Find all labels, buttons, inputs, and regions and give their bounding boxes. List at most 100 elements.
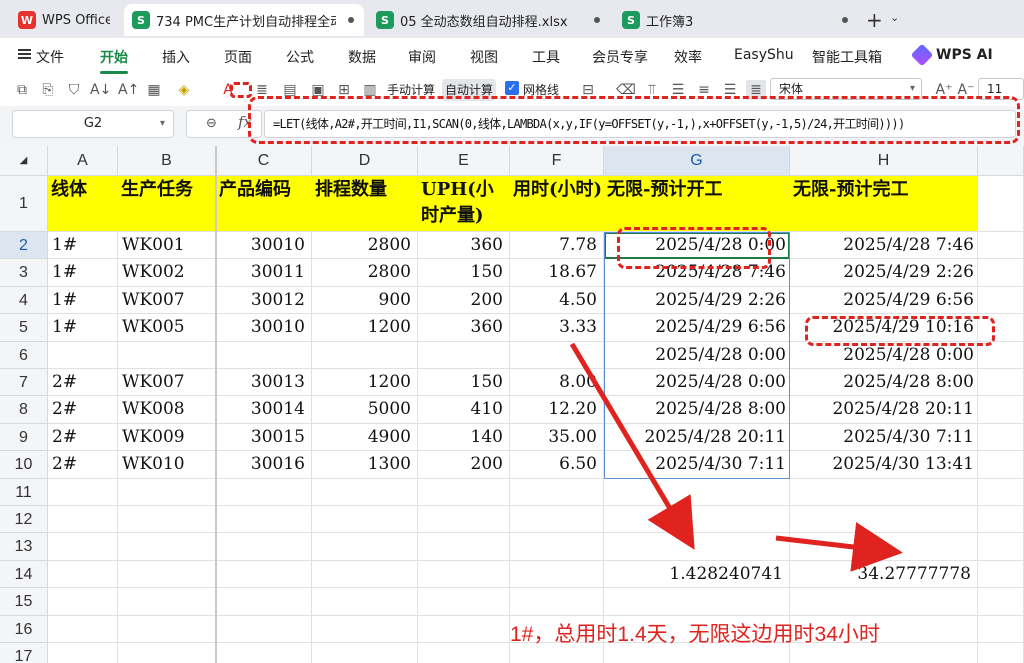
cell-f5[interactable]: 3.33 <box>510 314 604 342</box>
column-header-d[interactable]: D <box>312 146 418 176</box>
cell-a12[interactable] <box>48 506 118 534</box>
wrap-text-icon[interactable]: ≣ <box>252 80 272 100</box>
sheet-grid[interactable]: ◢ A B C D E F G H 1 2 3 4 5 6 7 8 9 10 11 12 13 14 15 16 17 线体 生产任务… <box>0 146 1024 663</box>
empty-cell[interactable] <box>978 478 1024 506</box>
cell-d9[interactable]: 4900 <box>312 423 418 452</box>
align-right-icon[interactable]: ☰ <box>720 80 740 100</box>
cell-f14[interactable] <box>510 560 604 589</box>
cell-c11[interactable] <box>216 478 312 506</box>
cell-a11[interactable] <box>48 478 118 506</box>
cell-a6[interactable] <box>48 341 118 369</box>
cell-h14[interactable]: 34.27777778 <box>790 560 978 589</box>
sort-asc-icon[interactable]: A↓ <box>90 80 111 100</box>
column-header-f[interactable]: F <box>510 146 604 176</box>
fx-icon[interactable]: fx <box>238 113 252 131</box>
cell-c15[interactable] <box>216 588 312 616</box>
cell-h8[interactable]: 2025/4/28 20:11 <box>790 396 978 424</box>
column-header-b[interactable]: B <box>118 146 216 176</box>
row-header-2[interactable]: 2 <box>0 232 48 260</box>
format-painter-icon[interactable]: ⎘ <box>38 80 58 100</box>
cell-h3[interactable]: 2025/4/29 2:26 <box>790 259 978 287</box>
sort-desc-icon[interactable]: A↑ <box>118 80 139 100</box>
column-header-e[interactable]: E <box>418 146 510 176</box>
empty-cell[interactable] <box>978 396 1024 424</box>
menu-tools[interactable]: 工具 <box>532 47 560 67</box>
cell-h9[interactable]: 2025/4/30 7:11 <box>790 423 978 452</box>
cell-c12[interactable] <box>216 506 312 534</box>
menu-member[interactable]: 会员专享 <box>592 47 648 67</box>
cell-c9[interactable]: 30015 <box>216 423 312 452</box>
calc-icon[interactable]: ▥ <box>360 80 380 100</box>
cell-e17[interactable] <box>418 643 510 663</box>
menu-easyshu[interactable]: EasyShu <box>734 47 794 63</box>
align-center-icon[interactable]: ≡ <box>694 80 714 100</box>
select-all-corner-icon[interactable]: ◢ <box>0 146 48 176</box>
clear-icon[interactable]: ⌫ <box>616 80 636 100</box>
cell-f11[interactable] <box>510 478 604 506</box>
cell-b12[interactable] <box>118 506 216 534</box>
cell-h10[interactable]: 2025/4/30 13:41 <box>790 451 978 479</box>
cell-d12[interactable] <box>312 506 418 534</box>
header-cell-h[interactable]: 无限-预计完工 <box>790 176 978 232</box>
cell-d11[interactable] <box>312 478 418 506</box>
cell-b9[interactable]: WK009 <box>118 423 216 452</box>
filter-icon[interactable]: ⛉ <box>64 80 84 100</box>
menu-efficiency[interactable]: 效率 <box>674 47 702 67</box>
column-header-a[interactable]: A <box>48 146 118 176</box>
empty-cell[interactable] <box>978 286 1024 315</box>
cell-c6[interactable] <box>216 341 312 369</box>
table-style-icon[interactable]: ▣ <box>308 80 328 100</box>
row-header-12[interactable]: 12 <box>0 506 48 534</box>
font-name-select[interactable]: 宋体 ▾ <box>770 78 922 100</box>
cell-g6[interactable]: 2025/4/28 0:00 <box>604 341 790 369</box>
formula-input[interactable]: =LET(线体,A2#,开工时间,I1,SCAN(0,线体,LAMBDA(x,y… <box>264 110 1016 138</box>
cell-b2[interactable]: WK001 <box>118 232 216 260</box>
cell-e16[interactable] <box>418 615 510 643</box>
cell-d8[interactable]: 5000 <box>312 396 418 424</box>
cell-c7[interactable]: 30013 <box>216 369 312 397</box>
row-header-4[interactable]: 4 <box>0 286 48 315</box>
cell-f7[interactable]: 8.00 <box>510 369 604 397</box>
cell-b4[interactable]: WK007 <box>118 286 216 315</box>
merge-icon[interactable]: ▤ <box>280 80 300 100</box>
cell-g4[interactable]: 2025/4/29 2:26 <box>604 286 790 315</box>
zoom-icon[interactable]: ⊖ <box>206 116 217 131</box>
decrease-font-icon[interactable]: A⁻ <box>956 80 976 100</box>
cell-b6[interactable] <box>118 341 216 369</box>
cell-b14[interactable] <box>118 560 216 589</box>
menu-home[interactable]: 开始 <box>100 47 128 67</box>
empty-cell[interactable] <box>978 176 1024 232</box>
cell-e10[interactable]: 200 <box>418 451 510 479</box>
cell-b13[interactable] <box>118 533 216 561</box>
cell-h11[interactable] <box>790 478 978 506</box>
cell-d3[interactable]: 2800 <box>312 259 418 287</box>
row-header-17[interactable]: 17 <box>0 643 48 663</box>
cell-c17[interactable] <box>216 643 312 663</box>
cell-f6[interactable] <box>510 341 604 369</box>
empty-cell[interactable] <box>978 341 1024 369</box>
cell-a9[interactable]: 2# <box>48 423 118 452</box>
cell-f10[interactable]: 6.50 <box>510 451 604 479</box>
empty-cell[interactable] <box>978 369 1024 397</box>
paste-icon[interactable]: ⧉ <box>12 80 32 100</box>
cell-g13[interactable] <box>604 533 790 561</box>
cell-h2[interactable]: 2025/4/28 7:46 <box>790 232 978 260</box>
cell-h7[interactable]: 2025/4/28 8:00 <box>790 369 978 397</box>
cell-a8[interactable]: 2# <box>48 396 118 424</box>
header-cell-g[interactable]: 无限-预计开工 <box>604 176 790 232</box>
tab-dynamic-array[interactable]: S 05 全动态数组自动排程.xlsx <box>368 4 610 36</box>
cell-f12[interactable] <box>510 506 604 534</box>
cell-b17[interactable] <box>118 643 216 663</box>
cell-g12[interactable] <box>604 506 790 534</box>
tab-wps-office[interactable]: W WPS Office <box>10 4 118 36</box>
cell-g7[interactable]: 2025/4/28 0:00 <box>604 369 790 397</box>
cell-a16[interactable] <box>48 615 118 643</box>
column-header-h[interactable]: H <box>790 146 978 176</box>
cell-d7[interactable]: 1200 <box>312 369 418 397</box>
cell-h4[interactable]: 2025/4/29 6:56 <box>790 286 978 315</box>
cell-a4[interactable]: 1# <box>48 286 118 315</box>
empty-cell[interactable] <box>978 560 1024 589</box>
menu-smart-toolbox[interactable]: 智能工具箱 <box>812 47 882 67</box>
cell-e7[interactable]: 150 <box>418 369 510 397</box>
cell-f13[interactable] <box>510 533 604 561</box>
